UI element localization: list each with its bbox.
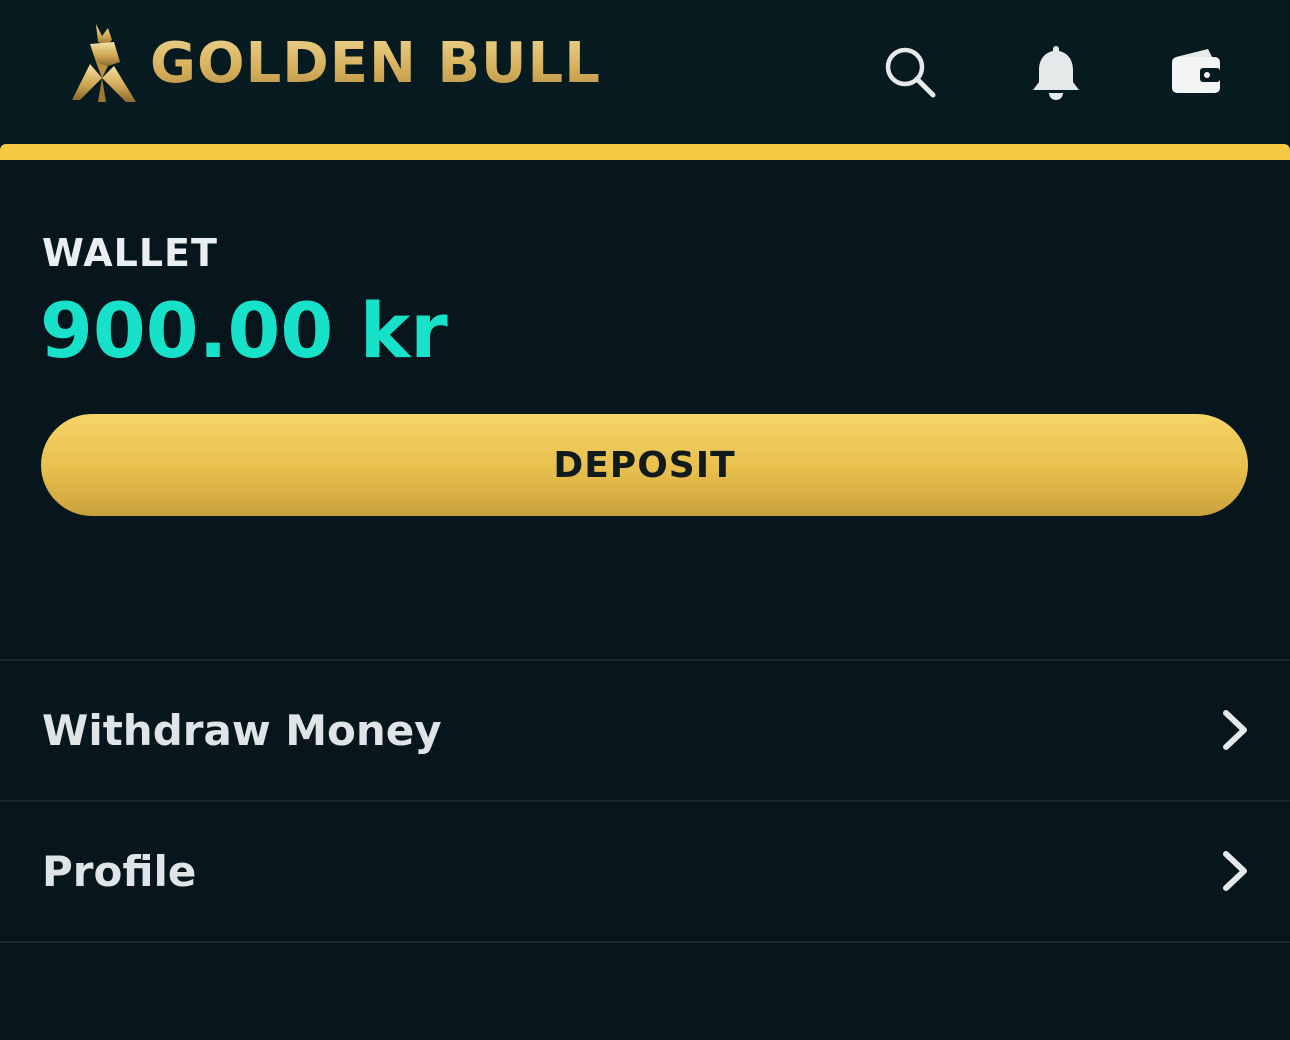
account-menu: Withdraw Money Profile	[0, 659, 1290, 943]
bell-icon	[1033, 46, 1079, 100]
menu-item-label: Profile	[42, 847, 197, 896]
menu-item-withdraw-money[interactable]: Withdraw Money	[0, 659, 1290, 800]
search-button[interactable]	[880, 42, 940, 102]
wallet-button[interactable]	[1166, 42, 1226, 102]
menu-item-label: Withdraw Money	[42, 706, 442, 755]
header-accent-bar	[0, 144, 1290, 160]
chevron-right-icon	[1223, 851, 1247, 891]
top-header: GOLDEN BULL	[0, 0, 1290, 146]
brand-logo[interactable]: GOLDEN BULL	[68, 22, 601, 106]
bull-logo-icon	[72, 24, 136, 102]
wallet-icon	[1172, 49, 1220, 93]
brand-name: GOLDEN BULL	[150, 22, 601, 106]
search-icon	[885, 47, 936, 98]
wallet-balance: 900.00 kr	[40, 286, 448, 375]
deposit-button[interactable]: DEPOSIT	[41, 414, 1248, 516]
menu-item-profile[interactable]: Profile	[0, 800, 1290, 943]
wallet-label: WALLET	[42, 231, 218, 275]
chevron-right-icon	[1223, 710, 1247, 750]
notifications-button[interactable]	[1026, 42, 1086, 102]
